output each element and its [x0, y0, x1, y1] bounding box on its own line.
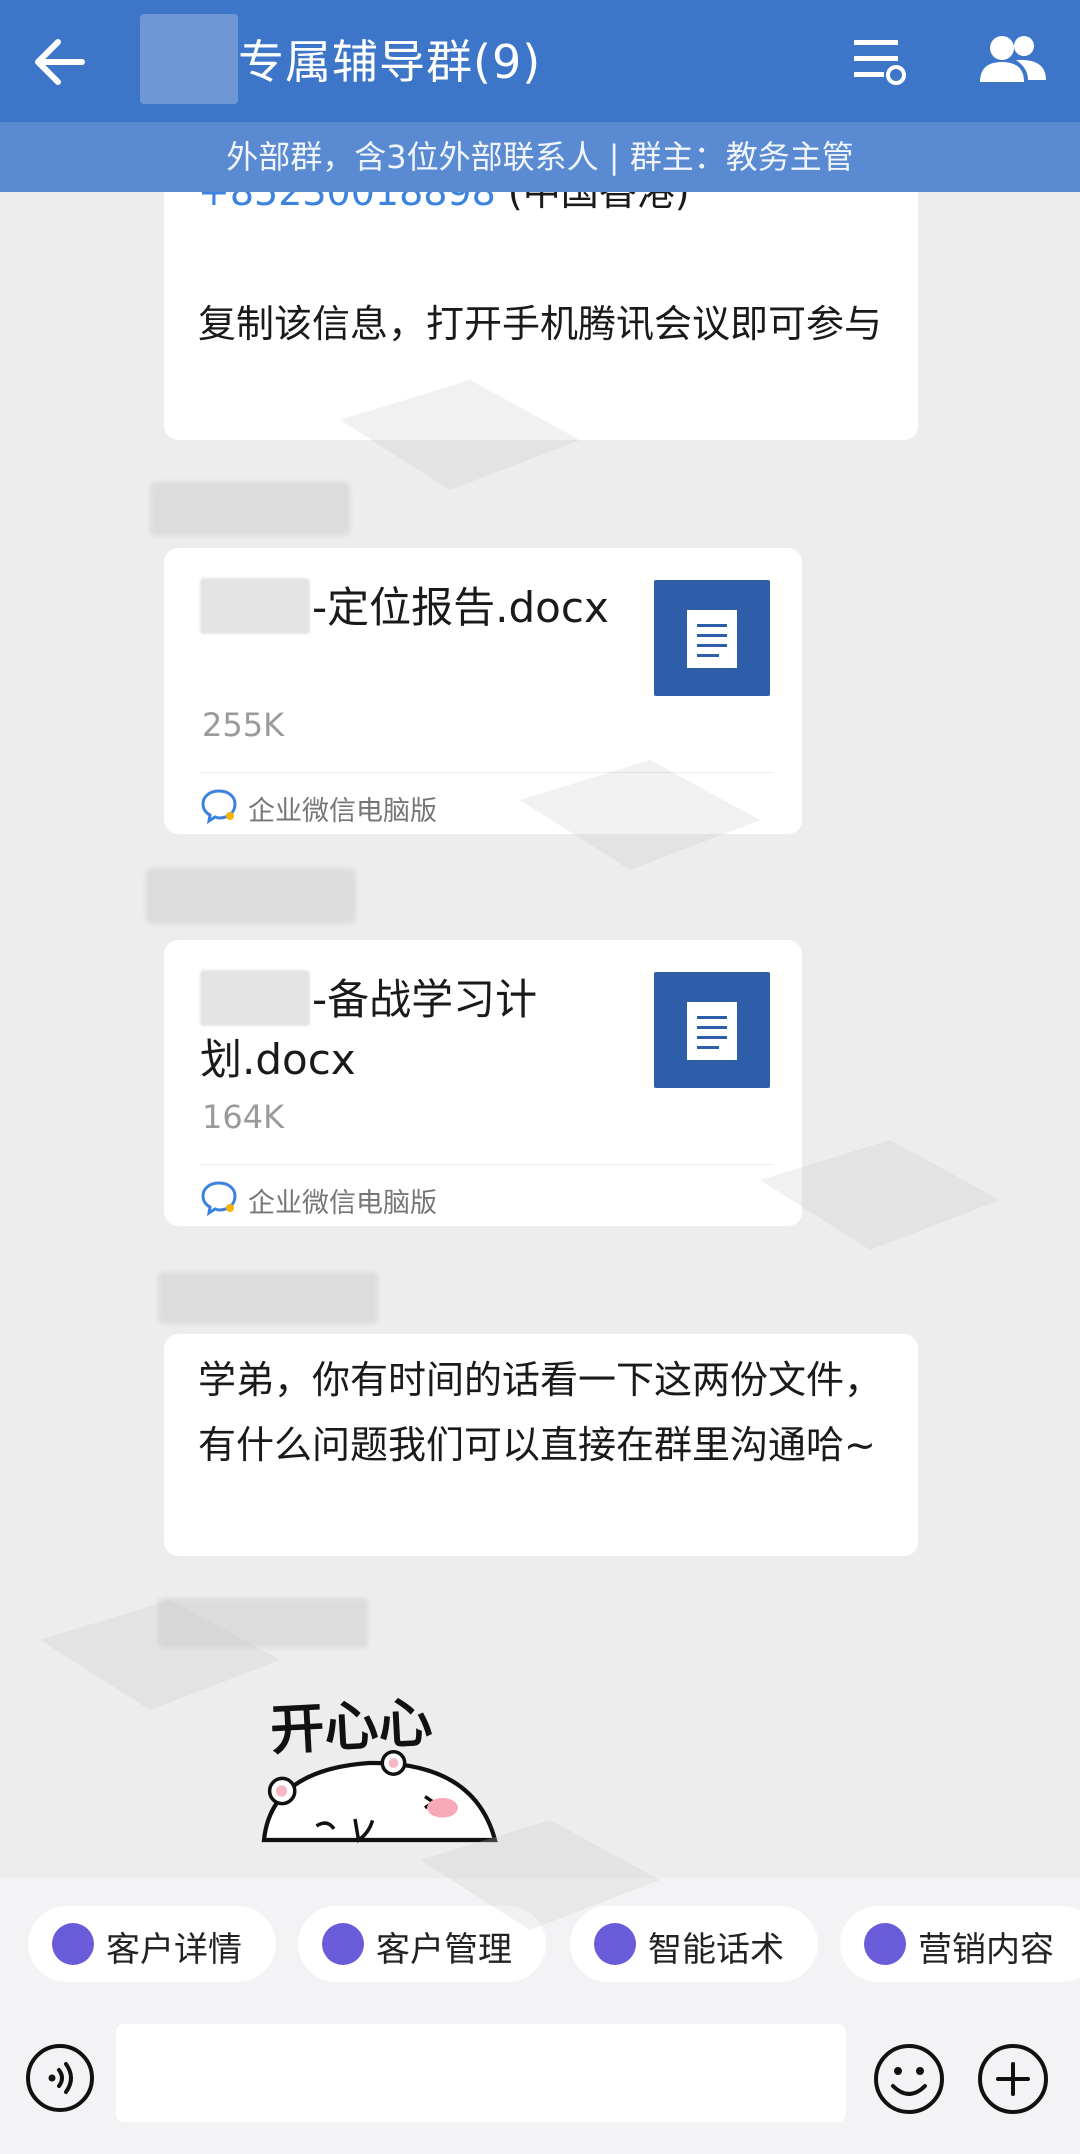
assistant-icon [322, 1923, 364, 1965]
redacted-text [200, 578, 310, 634]
chip-label: 客户管理 [376, 1930, 512, 1970]
file-source-footer: 企业微信电脑版 [200, 1164, 774, 1227]
phone-region: (中国香港) [495, 192, 690, 214]
input-bar [0, 2018, 1080, 2154]
chip-customer-details[interactable]: 客户详情 [28, 1906, 276, 1982]
message-list[interactable]: +85230018898 (中国香港) 复制该信息，打开手机腾讯会议即可参与 -… [0, 192, 1080, 1878]
phone-link[interactable]: +85230018898 [198, 192, 496, 214]
more-options-plus-icon[interactable] [976, 2042, 1050, 2116]
file-size: 164K [202, 1098, 285, 1136]
message-input[interactable] [116, 2024, 846, 2122]
emoji-icon[interactable] [872, 2042, 946, 2116]
chat-header: 专属辅导群(9) [0, 0, 1080, 122]
sticker-message[interactable]: 开心心 [190, 1682, 590, 1878]
chat-settings-icon[interactable] [850, 30, 910, 90]
file-source-label: 企业微信电脑版 [248, 1188, 437, 1219]
chat-title: 专属辅导群(9) [238, 35, 542, 89]
file-name: -定位报告.docx [200, 578, 640, 638]
meeting-info-message[interactable]: +85230018898 (中国香港) 复制该信息，打开手机腾讯会议即可参与 [164, 192, 918, 440]
voice-input-icon[interactable] [24, 2042, 96, 2114]
file-source-footer: 企业微信电脑版 [200, 772, 774, 835]
group-info-banner[interactable]: 外部群，含3位外部联系人 | 群主：教务主管 [0, 122, 1080, 192]
message-text: 学弟，你有时间的话看一下这两份文件，有什么问题我们可以直接在群里沟通哈~ [198, 1358, 883, 1467]
file-size: 255K [202, 706, 285, 744]
file-message[interactable]: -备战学习计划.docx 164K 企业微信电脑版 [164, 940, 802, 1226]
word-document-icon [654, 580, 770, 696]
bear-sticker-icon [261, 1750, 498, 1843]
file-source-label: 企业微信电脑版 [248, 796, 437, 827]
assistant-icon [594, 1923, 636, 1965]
sender-name-blurred [150, 482, 350, 536]
assistant-icon [864, 1923, 906, 1965]
chip-label: 智能话术 [648, 1930, 784, 1970]
chip-label: 客户详情 [106, 1930, 242, 1970]
meeting-instruction: 复制该信息，打开手机腾讯会议即可参与 [198, 302, 883, 346]
group-members-icon[interactable] [978, 30, 1048, 90]
redacted-text [200, 970, 310, 1026]
quick-actions-bar: 客户详情 客户管理 智能话术 营销内容 [0, 1878, 1080, 2018]
wecom-icon [201, 1181, 237, 1217]
file-message[interactable]: -定位报告.docx 255K 企业微信电脑版 [164, 548, 802, 834]
file-name: -备战学习计划.docx [200, 970, 640, 1090]
back-arrow-icon[interactable] [28, 30, 92, 94]
word-document-icon [654, 972, 770, 1088]
sender-name-blurred [158, 1598, 368, 1648]
text-message[interactable]: 学弟，你有时间的话看一下这两份文件，有什么问题我们可以直接在群里沟通哈~ [164, 1334, 918, 1556]
group-avatar[interactable] [140, 14, 238, 104]
chip-marketing-content[interactable]: 营销内容 [840, 1906, 1080, 1982]
chip-label: 营销内容 [918, 1930, 1054, 1970]
sender-name-blurred [158, 1272, 378, 1324]
wecom-icon [201, 789, 237, 825]
chip-customer-management[interactable]: 客户管理 [298, 1906, 546, 1982]
sender-name-blurred [146, 868, 356, 924]
chip-smart-scripts[interactable]: 智能话术 [570, 1906, 818, 1982]
assistant-icon [52, 1923, 94, 1965]
